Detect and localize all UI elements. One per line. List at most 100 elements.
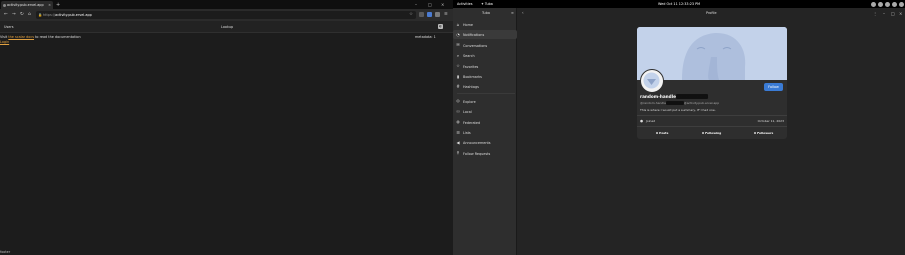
back-arrow-icon[interactable]: ‹: [522, 10, 524, 15]
posts-count[interactable]: 0 Posts: [656, 131, 668, 135]
more-icon[interactable]: ⋮: [873, 11, 877, 16]
app-menu[interactable]: ✦ Tuba: [481, 2, 493, 6]
users-link[interactable]: Users: [4, 25, 14, 29]
back-icon[interactable]: ←: [4, 12, 8, 17]
sidebar-item-label: Search: [463, 54, 475, 59]
sidebar-item-label: Explore: [463, 99, 476, 104]
joined-label: Joined: [646, 119, 656, 123]
footer-text: footer: [0, 250, 11, 254]
login-link[interactable]: Login: [0, 40, 9, 44]
sidebar-item-label: Follow Requests: [463, 151, 491, 156]
people-icon: ⚇: [456, 108, 460, 114]
menu-icon[interactable]: ≡: [444, 12, 448, 17]
new-tab-icon[interactable]: +: [56, 2, 60, 8]
sidebar-item-label: Home: [463, 23, 474, 27]
avatar[interactable]: [640, 69, 664, 93]
divider: [637, 126, 787, 127]
wifi-icon[interactable]: [878, 1, 883, 7]
url-bar[interactable]: 🔒 https://activity.pub.ervel.app ☆: [36, 11, 416, 19]
follow-button[interactable]: Follow: [764, 83, 783, 91]
tuba-window: Tuba ≡ ⌂ Home ◔ Notifications ✉ Conversations…: [453, 8, 905, 255]
theme-toggle-icon[interactable]: ◐: [438, 24, 443, 29]
network-icon[interactable]: [871, 1, 876, 7]
tab-title: activity.pub.ervel.app: [7, 3, 44, 7]
power-icon[interactable]: [899, 1, 904, 7]
compass-icon: ◎: [456, 98, 460, 104]
battery-icon[interactable]: [892, 1, 897, 7]
sidebar-item-bookmarks[interactable]: ▮ Bookmarks: [453, 72, 517, 81]
sidebar-item-label: Notifications: [463, 33, 485, 38]
sidebar-item-label: Lists: [463, 131, 471, 135]
sidebar-item-home[interactable]: ⌂ Home: [453, 20, 517, 29]
joined-date: October 11, 2023: [757, 119, 784, 123]
avatar-placeholder-icon: [643, 72, 660, 89]
system-top-bar: Activities ✦ Tuba Wed Oct 11 12:33:23 PM: [453, 0, 905, 8]
search-icon: ⌕: [456, 52, 460, 58]
home-icon: ⌂: [456, 21, 460, 27]
person-icon: ●: [640, 118, 644, 123]
clock[interactable]: Wed Oct 11 12:33:23 PM: [658, 2, 700, 6]
hamburger-icon[interactable]: ≡: [511, 11, 514, 15]
extension-icon[interactable]: [419, 12, 424, 17]
docs-line: Visit the scalar docs to read the docume…: [0, 35, 81, 39]
lookup-link[interactable]: Lookup: [221, 25, 233, 29]
sidebar-item-label: Bookmarks: [463, 75, 482, 79]
sidebar-item-label: Announcements: [463, 141, 491, 146]
profile-card: Follow random-handlexxxxxxxxxxxx @random…: [637, 27, 787, 139]
divider: [637, 115, 787, 116]
followers-count[interactable]: 0 Followers: [754, 131, 773, 135]
list-icon: ☰: [456, 129, 460, 135]
bookmark-icon: ▮: [456, 73, 460, 79]
close-window-icon[interactable]: ×: [441, 2, 444, 7]
home-icon[interactable]: ⌂: [28, 12, 31, 17]
sidebar-item-local[interactable]: ⚇ Local: [453, 107, 517, 116]
sidebar-item-label: Federated: [463, 120, 481, 125]
globe-icon: ◍: [456, 119, 460, 125]
browser-window: activity.pub.ervel.app × + – □ × ← → ↻ ⌂…: [0, 0, 453, 255]
favicon-icon: [3, 3, 6, 7]
sidebar-item-announcements[interactable]: ◀ Announcements: [453, 138, 517, 147]
profile-header: ‹ Profile ⋮ – □ ×: [517, 8, 905, 18]
metadata-text: metadata: 1: [415, 35, 436, 39]
sidebar-divider: [457, 93, 515, 94]
maximize-icon[interactable]: □: [891, 11, 895, 16]
minimize-icon[interactable]: –: [883, 11, 885, 16]
close-window-icon[interactable]: ×: [899, 11, 902, 16]
megaphone-icon: ◀: [456, 139, 460, 145]
navigation-bar: ← → ↻ ⌂ 🔒 https://activity.pub.ervel.app…: [0, 9, 453, 21]
sidebar-item-follow-requests[interactable]: ⚲ Follow Requests: [453, 149, 517, 158]
sidebar-item-search[interactable]: ⌕ Search: [453, 51, 517, 60]
lock-icon: 🔒: [38, 12, 43, 17]
display-name: random-handlexxxxxxxxxxxx: [640, 94, 709, 99]
page-content: Users Lookup ◐ Visit the scalar docs to …: [0, 21, 453, 255]
activities-button[interactable]: Activities: [457, 2, 472, 6]
profile-view: ‹ Profile ⋮ – □ × Follow random-handlexx…: [517, 8, 905, 255]
sidebar-item-lists[interactable]: ☰ Lists: [453, 128, 517, 137]
hashtag-icon: #: [456, 83, 460, 89]
sidebar-item-hashtags[interactable]: # Hashtags: [453, 82, 517, 91]
volume-icon[interactable]: [885, 1, 890, 7]
sidebar-header: Tuba ≡: [453, 8, 517, 18]
star-icon: ☆: [456, 63, 460, 69]
person-add-icon: ⚲: [456, 150, 460, 156]
extension-icon[interactable]: [427, 12, 432, 17]
maximize-icon[interactable]: □: [428, 2, 432, 7]
docs-link[interactable]: the scalar docs: [8, 35, 34, 39]
browser-tab[interactable]: activity.pub.ervel.app ×: [1, 1, 53, 9]
sidebar-item-notifications[interactable]: ◔ Notifications: [453, 30, 517, 40]
following-count[interactable]: 0 Following: [702, 131, 721, 135]
sidebar-item-favorites[interactable]: ☆ Favorites: [453, 62, 517, 71]
sidebar-title: Tuba: [482, 11, 490, 15]
sidebar-item-federated[interactable]: ◍ Federated: [453, 118, 517, 127]
reload-icon[interactable]: ↻: [20, 12, 24, 17]
sidebar-item-explore[interactable]: ◎ Explore: [453, 97, 517, 106]
sidebar-item-conversations[interactable]: ✉ Conversations: [453, 41, 517, 50]
redaction-block: xxxxxxxxxxxx: [675, 94, 709, 99]
url-text[interactable]: https://activity.pub.ervel.app: [43, 13, 92, 17]
tab-bar: activity.pub.ervel.app × + – □ ×: [0, 0, 453, 9]
bookmark-star-icon[interactable]: ☆: [409, 12, 413, 17]
extension-icon[interactable]: [435, 12, 440, 17]
forward-icon[interactable]: →: [12, 12, 16, 17]
close-tab-icon[interactable]: ×: [48, 3, 51, 7]
minimize-icon[interactable]: –: [415, 2, 417, 7]
